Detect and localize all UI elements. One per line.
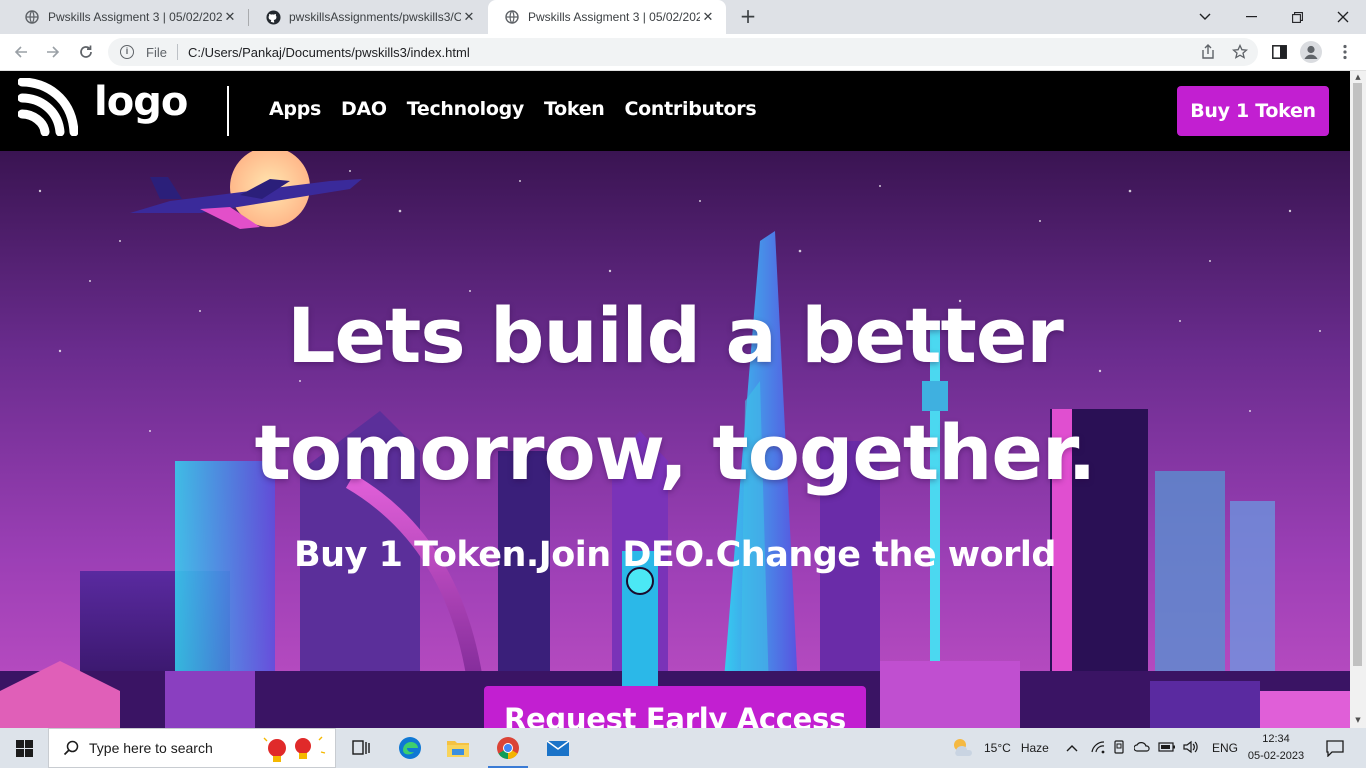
main-nav: Apps DAO Technology Token Contributors (269, 98, 757, 120)
device-icon[interactable] (1112, 739, 1134, 757)
mail-app-button[interactable] (534, 728, 582, 768)
site-navbar: logo Apps DAO Technology Token Contribut… (0, 71, 1350, 151)
clock-date: 05-02-2023 (1247, 750, 1305, 762)
notification-icon (1326, 739, 1344, 757)
logo-signal-icon[interactable] (18, 78, 78, 136)
weather-haze-icon (954, 739, 972, 756)
edge-icon (399, 737, 421, 759)
weather-description: Haze (1020, 741, 1049, 755)
close-tab-icon[interactable]: ✕ (222, 9, 238, 25)
new-tab-button[interactable]: + (737, 5, 759, 27)
buy-token-button[interactable]: Buy 1 Token (1177, 86, 1329, 136)
windows-taskbar: Type here to search 15°C Haze ENG 12:34 … (0, 728, 1366, 768)
scroll-down-icon[interactable]: ▼ (1353, 716, 1363, 724)
lantern-decoration-icon (263, 736, 326, 762)
scroll-up-icon[interactable]: ▲ (1353, 73, 1363, 81)
globe-icon (24, 9, 40, 25)
search-icon (63, 740, 79, 756)
address-bar[interactable]: i File C:/Users/Pankaj/Documents/pwskill… (108, 38, 1258, 66)
nav-link-contributors[interactable]: Contributors (625, 98, 757, 120)
scheme-label: File (146, 44, 167, 60)
nav-link-technology[interactable]: Technology (407, 98, 525, 120)
hero-section: Lets build a better tomorrow, together. … (0, 151, 1350, 728)
windows-start-button[interactable] (0, 728, 48, 768)
browser-tab[interactable]: Pwskills Assigment 3 | 05/02/202 ✕ (8, 0, 248, 34)
tray-icons: ENG (1066, 728, 1238, 768)
nav-link-dao[interactable]: DAO (341, 98, 387, 120)
weather-widget[interactable]: 15°C Haze (950, 728, 1049, 768)
profile-avatar-icon[interactable] (1299, 40, 1323, 64)
network-icon[interactable] (1090, 740, 1112, 757)
restore-button[interactable] (1274, 0, 1320, 34)
github-icon (265, 9, 281, 25)
minimize-button[interactable] (1228, 0, 1274, 34)
bookmark-star-icon[interactable] (1228, 40, 1252, 64)
info-icon[interactable]: i (120, 45, 134, 59)
tab-strip: Pwskills Assigment 3 | 05/02/202 ✕ pwski… (0, 0, 1366, 34)
nav-link-token[interactable]: Token (544, 98, 605, 120)
chrome-icon (497, 737, 519, 759)
tab-search-icon[interactable] (1182, 0, 1228, 34)
task-view-button[interactable] (337, 728, 385, 768)
browser-tab-active[interactable]: Pwskills Assigment 3 | 05/02/202 ✕ (488, 0, 726, 34)
taskbar-search-box[interactable]: Type here to search (48, 728, 336, 768)
page-viewport: logo Apps DAO Technology Token Contribut… (0, 71, 1366, 728)
clock-time: 12:34 (1262, 733, 1290, 745)
task-view-icon (352, 740, 370, 755)
edge-app-button[interactable] (386, 728, 434, 768)
share-icon[interactable] (1196, 40, 1220, 64)
close-tab-icon[interactable]: ✕ (700, 9, 716, 25)
tab-title: Pwskills Assigment 3 | 05/02/202 (48, 10, 222, 24)
omnibox-divider (176, 44, 178, 60)
side-panel-icon[interactable] (1267, 40, 1291, 64)
forward-button[interactable] (41, 40, 65, 64)
reload-button[interactable] (74, 40, 98, 64)
notification-button[interactable] (1320, 728, 1350, 768)
weather-temperature: 15°C (984, 741, 1011, 755)
back-button[interactable] (9, 40, 33, 64)
page-scrollbar[interactable]: ▲ ▼ (1350, 71, 1366, 728)
globe-icon (504, 9, 520, 25)
tab-title: pwskillsAssignments/pwskills3/O (289, 10, 461, 24)
language-indicator[interactable]: ENG (1212, 741, 1238, 755)
hero-headline-line2: tomorrow, together. (254, 408, 1097, 497)
system-clock[interactable]: 12:34 05-02-2023 (1246, 731, 1306, 765)
file-explorer-button[interactable] (434, 728, 482, 768)
chevron-up-icon[interactable] (1066, 741, 1084, 755)
url-text[interactable]: C:/Users/Pankaj/Documents/pwskills3/inde… (188, 45, 470, 60)
nav-divider (227, 86, 229, 136)
windows-logo-icon (15, 739, 33, 757)
folder-icon (447, 741, 469, 757)
tab-title: Pwskills Assigment 3 | 05/02/202 (528, 10, 700, 24)
close-tab-icon[interactable]: ✕ (461, 9, 477, 25)
close-window-button[interactable] (1320, 0, 1366, 34)
chrome-app-button[interactable] (484, 728, 532, 768)
browser-toolbar: i File C:/Users/Pankaj/Documents/pwskill… (0, 34, 1366, 71)
hero-headline-line1: Lets build a better (287, 291, 1064, 380)
menu-kebab-icon[interactable] (1333, 40, 1357, 64)
scrollbar-thumb[interactable] (1353, 83, 1362, 666)
battery-icon[interactable] (1158, 741, 1182, 756)
search-placeholder: Type here to search (89, 740, 213, 756)
request-early-access-button[interactable]: Request Early Access (484, 686, 866, 728)
mail-icon (546, 740, 570, 756)
nav-link-apps[interactable]: Apps (269, 98, 321, 120)
onedrive-cloud-icon[interactable] (1133, 741, 1158, 756)
hero-subheadline: Buy 1 Token.Join DEO.Change the world (294, 535, 1056, 575)
browser-tab[interactable]: pwskillsAssignments/pwskills3/O ✕ (249, 0, 487, 34)
volume-icon[interactable] (1182, 740, 1206, 757)
logo-text[interactable]: logo (94, 79, 188, 125)
